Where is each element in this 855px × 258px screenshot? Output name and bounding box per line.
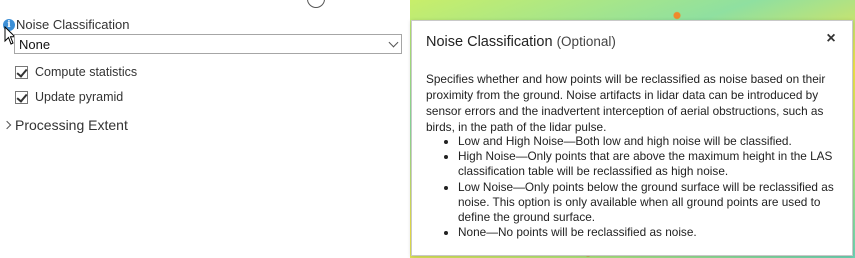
dropdown-value: None — [19, 37, 51, 52]
checkmark-icon — [16, 91, 28, 103]
section-label: Processing Extent — [15, 117, 128, 133]
help-popup: Noise Classification (Optional) × Specif… — [411, 20, 853, 256]
parameter-label: Noise Classification — [16, 17, 130, 32]
popup-bullet-list: Low and High Noise—Both low and high noi… — [426, 134, 836, 240]
popup-title: Noise Classification (Optional) — [426, 34, 616, 50]
checkmark-icon — [16, 66, 28, 78]
popup-description: Specifies whether and how points will be… — [426, 72, 826, 134]
optional-tag: (Optional) — [556, 34, 616, 49]
compute-statistics-label: Compute statistics — [35, 65, 138, 79]
popup-title-text: Noise Classification — [426, 34, 553, 50]
close-icon[interactable]: × — [824, 31, 838, 47]
chevron-down-icon — [388, 37, 399, 48]
noise-classification-dropdown[interactable]: None — [14, 34, 402, 54]
radio-button[interactable] — [307, 0, 325, 8]
list-item: Low Noise—Only points below the ground s… — [458, 180, 836, 226]
list-item: None—No points will be reclassified as n… — [458, 225, 836, 240]
chevron-right-icon — [2, 120, 12, 130]
update-pyramid-checkbox[interactable] — [15, 91, 28, 104]
list-item: High Noise—Only points that are above th… — [458, 149, 836, 179]
update-pyramid-label: Update pyramid — [35, 90, 124, 104]
geoprocessing-parameters-pane: i Noise Classification None Compute stat… — [0, 0, 410, 258]
compute-statistics-checkbox[interactable] — [15, 66, 28, 79]
list-item: Low and High Noise—Both low and high noi… — [458, 134, 836, 149]
